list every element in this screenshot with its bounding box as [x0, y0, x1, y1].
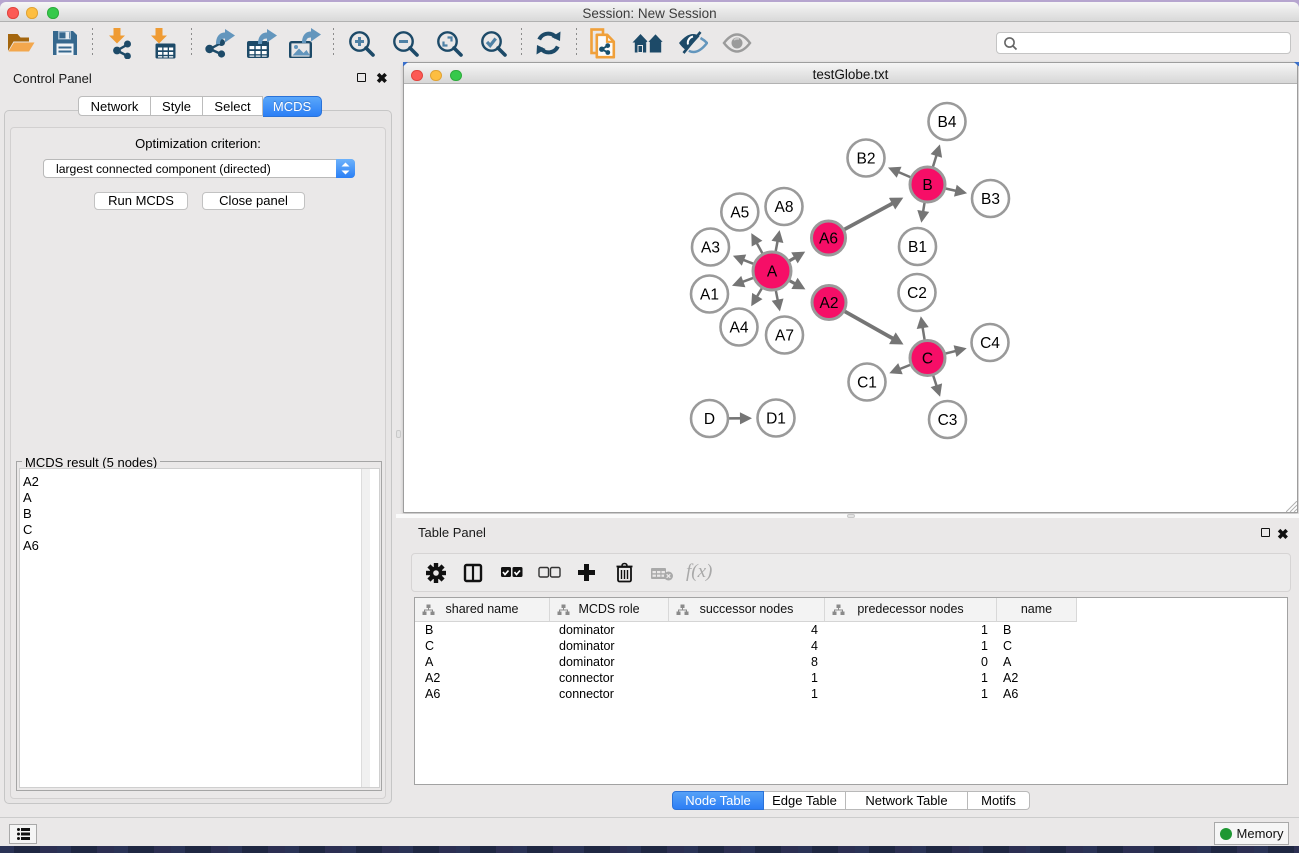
- svg-text:B: B: [922, 177, 932, 194]
- svg-text:B4: B4: [938, 114, 957, 131]
- svg-text:A7: A7: [775, 328, 794, 345]
- svg-text:B3: B3: [981, 191, 1000, 208]
- svg-text:D: D: [704, 411, 715, 428]
- svg-text:C: C: [922, 351, 933, 368]
- svg-text:C1: C1: [857, 375, 877, 392]
- svg-text:A3: A3: [701, 240, 720, 257]
- svg-text:A2: A2: [820, 295, 839, 312]
- svg-text:C2: C2: [907, 285, 927, 302]
- svg-text:C4: C4: [980, 335, 1000, 352]
- svg-text:A8: A8: [775, 199, 794, 216]
- svg-text:C3: C3: [938, 412, 958, 429]
- svg-text:A1: A1: [700, 287, 719, 304]
- svg-text:A4: A4: [730, 320, 749, 337]
- svg-text:D1: D1: [766, 411, 786, 428]
- svg-text:B1: B1: [908, 239, 927, 256]
- svg-text:A5: A5: [730, 205, 749, 222]
- svg-text:A6: A6: [819, 231, 838, 248]
- svg-text:B2: B2: [857, 151, 876, 168]
- svg-text:A: A: [767, 264, 778, 281]
